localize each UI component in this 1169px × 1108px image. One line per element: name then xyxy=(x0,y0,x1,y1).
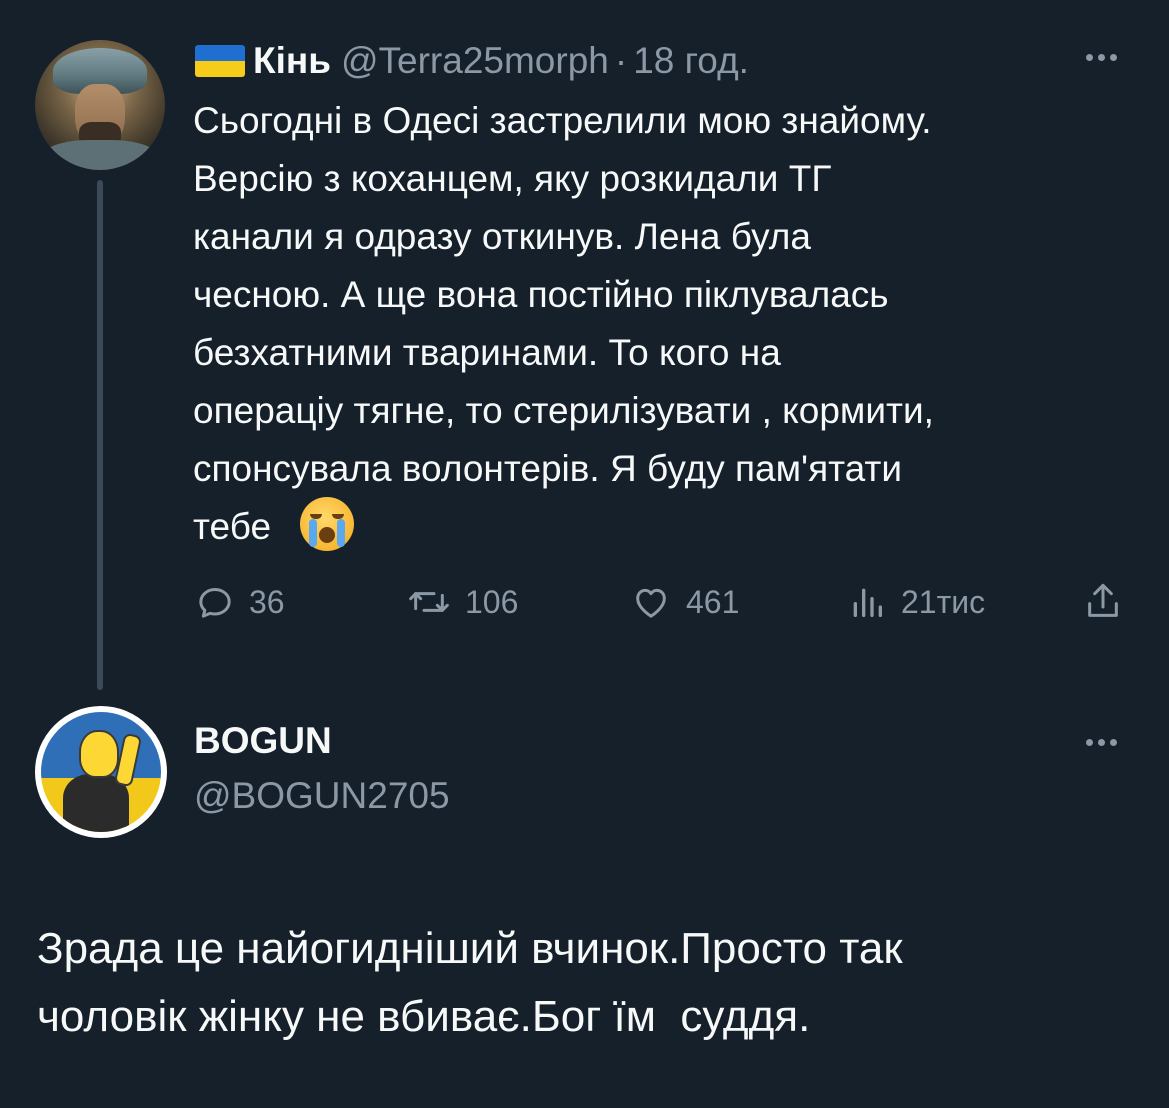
avatar-robe xyxy=(43,140,157,170)
reply-author-avatar[interactable] xyxy=(35,706,167,838)
tweet-actions-bar: 36 106 461 21тис xyxy=(195,577,1135,627)
reply-icon xyxy=(199,588,231,618)
retweet-button[interactable]: 106 xyxy=(407,577,518,627)
share-button[interactable] xyxy=(1083,577,1123,627)
reply-author-display-name[interactable]: BOGUN xyxy=(194,720,332,762)
author-display-name[interactable]: Кінь xyxy=(253,40,331,82)
loudly-crying-face-emoji xyxy=(300,497,354,551)
reply-count: 36 xyxy=(249,583,285,620)
tweet-header: Кінь @Terra25morph · 18 год. xyxy=(195,36,749,86)
analytics-icon xyxy=(853,588,882,617)
like-button[interactable]: 461 xyxy=(630,577,739,627)
like-count: 461 xyxy=(686,583,740,620)
heart-icon xyxy=(636,588,666,618)
share-icon xyxy=(1088,583,1118,617)
thread-connector-line xyxy=(97,180,103,690)
tweet-timestamp[interactable]: 18 год. xyxy=(633,40,749,82)
retweet-count: 106 xyxy=(465,583,519,620)
retweet-icon xyxy=(409,592,449,612)
reply-author-handle[interactable]: @BOGUN2705 xyxy=(194,775,450,817)
views-count: 21тис xyxy=(901,583,986,620)
views-button[interactable]: 21тис xyxy=(847,577,985,627)
header-separator: · xyxy=(614,40,628,81)
ukraine-flag-icon xyxy=(195,45,245,77)
tweet-text: Сьогодні в Одесі застрелили мою знайому.… xyxy=(193,100,934,547)
more-options-icon[interactable] xyxy=(1086,54,1117,61)
author-avatar[interactable] xyxy=(35,40,165,170)
reply-button[interactable]: 36 xyxy=(195,577,285,627)
author-handle[interactable]: @Terra25morph xyxy=(341,40,609,82)
reply-more-options-icon[interactable] xyxy=(1086,739,1117,746)
reply-tweet-text: Зрада це найогидніший вчинок.Просто так … xyxy=(37,924,903,1041)
